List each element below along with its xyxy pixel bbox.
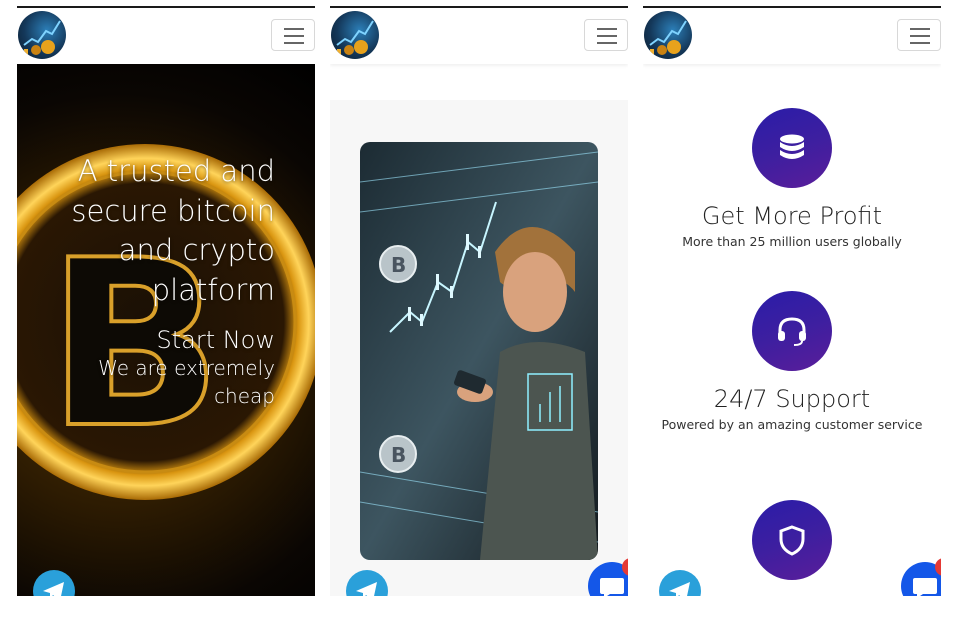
hero-banner: B A trusted and secure bitcoin and crypt… (17, 64, 315, 596)
hero-subtitle: We are extremely cheap (98, 356, 275, 408)
feature-icon-circle (752, 291, 832, 371)
chat-button[interactable]: 1 (901, 558, 941, 596)
feature-icon-circle (752, 500, 832, 580)
screen-features: Get More Profit More than 25 million use… (643, 6, 941, 596)
site-logo[interactable] (331, 11, 379, 59)
navbar (643, 8, 941, 64)
feature-profit: Get More Profit More than 25 million use… (643, 108, 941, 249)
feature-description: Powered by an amazing customer service (661, 417, 923, 432)
site-logo[interactable] (18, 11, 66, 59)
navbar (330, 8, 628, 64)
start-now-link[interactable]: Start Now (45, 326, 275, 354)
menu-toggle-button[interactable] (897, 19, 941, 51)
trader-illustration: B B (360, 142, 598, 560)
site-logo[interactable] (644, 11, 692, 59)
menu-toggle-button[interactable] (584, 19, 628, 51)
telegram-button[interactable] (346, 570, 388, 596)
chat-button[interactable]: 1 (588, 558, 628, 596)
hero-title: A trusted and secure bitcoin and crypto … (71, 154, 275, 307)
svg-text:B: B (391, 443, 406, 467)
feature-description: More than 25 million users globally (682, 234, 902, 249)
telegram-button[interactable] (659, 570, 701, 596)
svg-text:B: B (391, 253, 406, 277)
telegram-button[interactable] (33, 570, 75, 596)
database-icon (780, 134, 804, 159)
feature-title: Get More Profit (701, 202, 883, 230)
navbar (17, 8, 315, 64)
telegram-icon (356, 582, 377, 596)
shield-icon (779, 525, 805, 556)
telegram-icon (669, 582, 690, 596)
screen-illustration: B B 1 (330, 6, 628, 596)
feature-title: 24/7 Support (713, 385, 871, 413)
screen-home-hero: B A trusted and secure bitcoin and crypt… (17, 6, 315, 596)
menu-toggle-button[interactable] (271, 19, 315, 51)
telegram-icon (43, 582, 64, 596)
feature-support: 24/7 Support Powered by an amazing custo… (643, 291, 941, 432)
feature-security (643, 500, 941, 580)
feature-icon-circle (752, 108, 832, 188)
headset-icon (778, 317, 806, 346)
